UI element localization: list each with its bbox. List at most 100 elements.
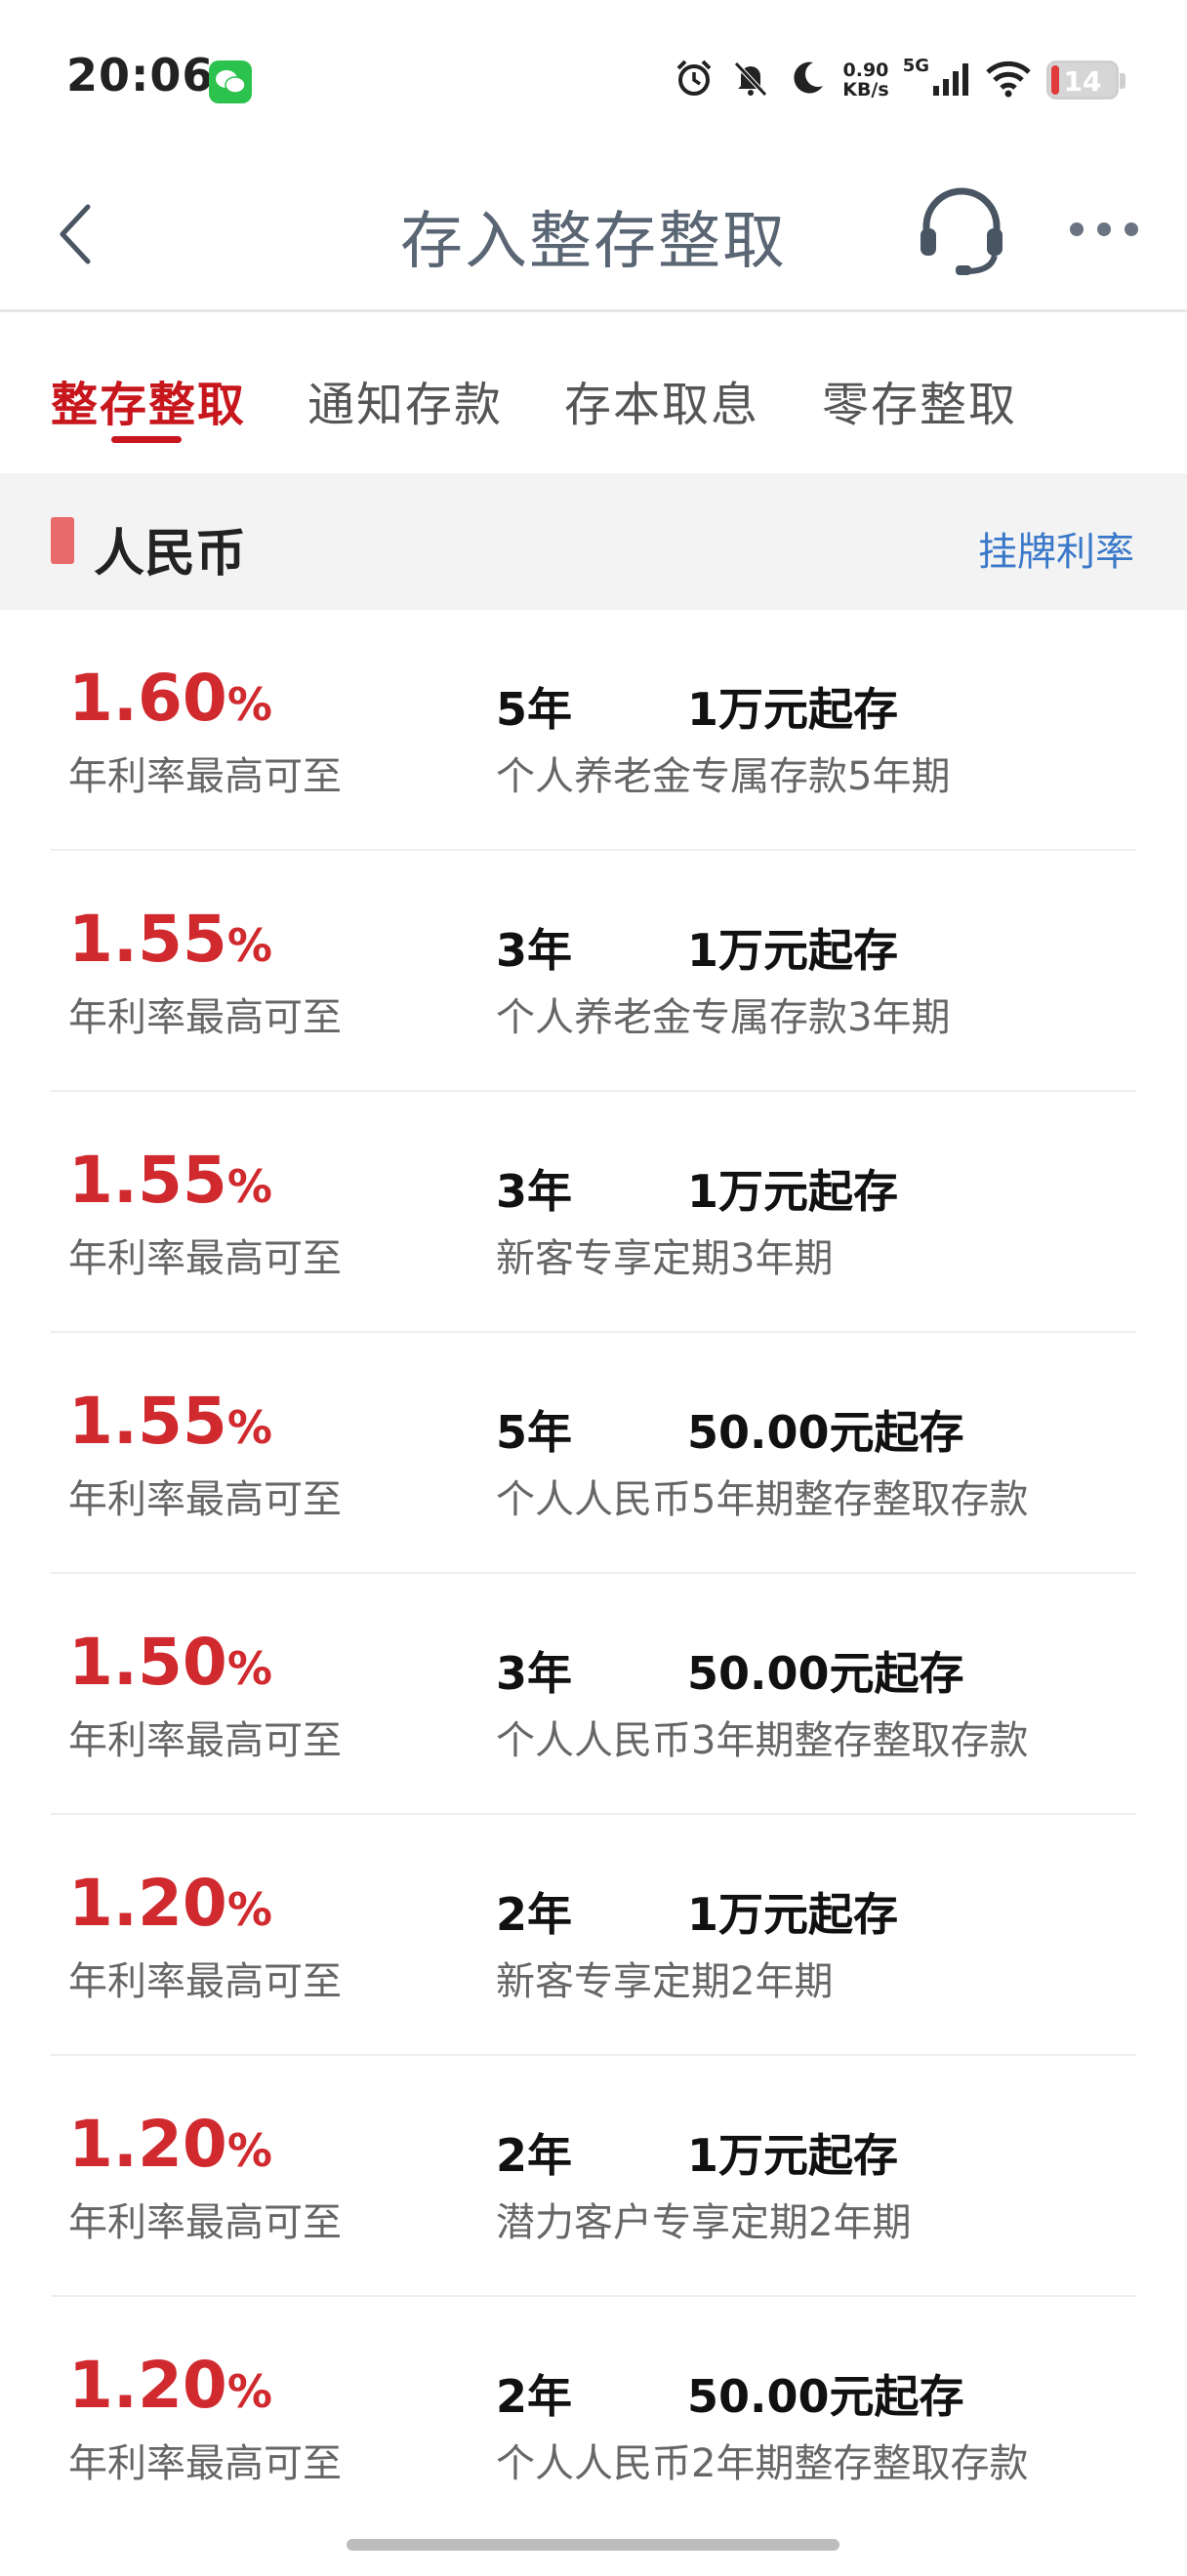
product-name: 潜力客户专享定期2年期: [496, 2200, 912, 2245]
battery-tip: [1120, 73, 1126, 89]
headset-icon: [921, 187, 1003, 275]
min-deposit: 1万元起存: [687, 683, 899, 736]
rate-caption: 年利率最高可至: [68, 2441, 342, 2486]
term: 3年: [496, 1647, 573, 1700]
term: 5年: [496, 683, 573, 736]
battery-icon: 14: [1046, 60, 1126, 100]
network-speed: 0.90 KB/s: [842, 60, 888, 100]
rate: 1.55%: [68, 1384, 272, 1459]
wifi-icon: [984, 59, 1033, 101]
rate-caption: 年利率最高可至: [68, 2200, 342, 2245]
wechat-icon: [209, 60, 252, 103]
rate-value: 1.20: [68, 1866, 227, 1941]
product-name: 新客专享定期3年期: [496, 1236, 834, 1281]
customer-service-button[interactable]: [913, 181, 1010, 279]
rate-caption: 年利率最高可至: [68, 1959, 342, 2004]
section-marker: [51, 517, 74, 564]
network-speed-value: 0.90: [842, 60, 889, 81]
rate-value: 1.55: [68, 1143, 227, 1218]
rate-unit: %: [226, 1160, 272, 1213]
product-name: 新客专享定期2年期: [496, 1959, 834, 2004]
rate-value: 1.60: [68, 661, 227, 736]
term: 3年: [496, 924, 573, 977]
rate-unit: %: [226, 2124, 272, 2177]
rate-unit: %: [226, 1642, 272, 1695]
term: 2年: [496, 1888, 573, 1941]
alarm-icon: [673, 57, 716, 103]
screen: 20:06 0.90 KB/s 5G 14 存入整存整取 整存整取 通知存款 存…: [0, 0, 1187, 2576]
min-deposit: 50.00元起存: [687, 1406, 964, 1459]
header: 存入整存整取: [0, 146, 1187, 312]
rate: 1.60%: [68, 661, 272, 736]
more-icon-dot: [1097, 222, 1111, 236]
product-item[interactable]: 1.20% 年利率最高可至 2年 1万元起存 潜力客户专享定期2年期: [51, 2056, 1136, 2297]
rate-value: 1.20: [68, 2348, 227, 2423]
rate: 1.55%: [68, 1143, 272, 1218]
section-title: 人民币: [94, 525, 247, 584]
product-item[interactable]: 1.20% 年利率最高可至 2年 50.00元起存 个人人民币2年期整存整取存款: [51, 2297, 1136, 2538]
rate-value: 1.55: [68, 902, 227, 977]
tab-interest-withdrawal[interactable]: 存本取息: [564, 366, 759, 434]
rate-value: 1.55: [68, 1384, 227, 1459]
min-deposit: 1万元起存: [687, 924, 899, 977]
product-name: 个人人民币2年期整存整取存款: [496, 2441, 1029, 2486]
product-name: 个人养老金专属存款3年期: [496, 995, 951, 1040]
listed-rate-link[interactable]: 挂牌利率: [978, 520, 1134, 577]
tab-fixed-deposit[interactable]: 整存整取: [51, 366, 246, 434]
rate: 1.50%: [68, 1625, 272, 1700]
min-deposit: 1万元起存: [687, 1888, 899, 1941]
mute-icon: [729, 57, 772, 103]
product-item[interactable]: 1.20% 年利率最高可至 2年 1万元起存 新客专享定期2年期: [51, 1815, 1136, 2056]
rate-unit: %: [226, 919, 272, 972]
signal-icon: [931, 59, 970, 101]
more-icon-dot: [1125, 222, 1138, 236]
status-time: 20:06: [66, 49, 215, 101]
rate-caption: 年利率最高可至: [68, 754, 342, 799]
rate: 1.20%: [68, 2348, 272, 2423]
more-icon: [1070, 222, 1084, 236]
rate-value: 1.20: [68, 2107, 227, 2182]
rate-unit: %: [226, 1883, 272, 1936]
rate-caption: 年利率最高可至: [68, 995, 342, 1040]
currency-section-header: 人民币 挂牌利率: [0, 473, 1187, 610]
rate-caption: 年利率最高可至: [68, 1236, 342, 1281]
status-icons: 0.90 KB/s 5G 14: [673, 55, 1126, 105]
tab-notice-deposit[interactable]: 通知存款: [307, 366, 503, 434]
product-item[interactable]: 1.55% 年利率最高可至 3年 1万元起存 个人养老金专属存款3年期: [51, 851, 1136, 1092]
status-bar: 20:06 0.90 KB/s 5G 14: [0, 0, 1187, 146]
rate-value: 1.50: [68, 1625, 227, 1700]
home-indicator[interactable]: [347, 2539, 839, 2551]
rate-caption: 年利率最高可至: [68, 1477, 342, 1522]
tab-active-indicator: [111, 436, 182, 443]
tab-installment-deposit[interactable]: 零存整取: [822, 366, 1017, 434]
rate-unit: %: [226, 2365, 272, 2418]
rate: 1.20%: [68, 2107, 272, 2182]
network-type: 5G: [902, 56, 929, 76]
product-item[interactable]: 1.50% 年利率最高可至 3年 50.00元起存 个人人民币3年期整存整取存款: [51, 1574, 1136, 1815]
rate-unit: %: [226, 678, 272, 731]
min-deposit: 50.00元起存: [687, 2370, 964, 2423]
battery-level: 14: [1063, 65, 1102, 98]
rate-unit: %: [226, 1401, 272, 1454]
product-item[interactable]: 1.55% 年利率最高可至 5年 50.00元起存 个人人民币5年期整存整取存款: [51, 1333, 1136, 1574]
min-deposit: 1万元起存: [687, 1165, 899, 1218]
rate: 1.20%: [68, 1866, 272, 1941]
rate-caption: 年利率最高可至: [68, 1718, 342, 1763]
term: 2年: [496, 2370, 573, 2423]
term: 5年: [496, 1406, 573, 1459]
product-name: 个人养老金专属存款5年期: [496, 754, 951, 799]
term: 2年: [496, 2129, 573, 2182]
rate: 1.55%: [68, 902, 272, 977]
product-name: 个人人民币3年期整存整取存款: [496, 1718, 1029, 1763]
product-name: 个人人民币5年期整存整取存款: [496, 1477, 1029, 1522]
tab-bar: 整存整取 通知存款 存本取息 零存整取: [0, 315, 1187, 471]
term: 3年: [496, 1165, 573, 1218]
min-deposit: 1万元起存: [687, 2129, 899, 2182]
product-item[interactable]: 1.55% 年利率最高可至 3年 1万元起存 新客专享定期3年期: [51, 1092, 1136, 1333]
product-list: 1.60% 年利率最高可至 5年 1万元起存 个人养老金专属存款5年期 1.55…: [0, 610, 1187, 2538]
more-button[interactable]: [1070, 215, 1148, 244]
moon-icon: [786, 57, 829, 103]
network-speed-unit: KB/s: [842, 79, 889, 101]
product-item[interactable]: 1.60% 年利率最高可至 5年 1万元起存 个人养老金专属存款5年期: [51, 610, 1136, 851]
min-deposit: 50.00元起存: [687, 1647, 964, 1700]
